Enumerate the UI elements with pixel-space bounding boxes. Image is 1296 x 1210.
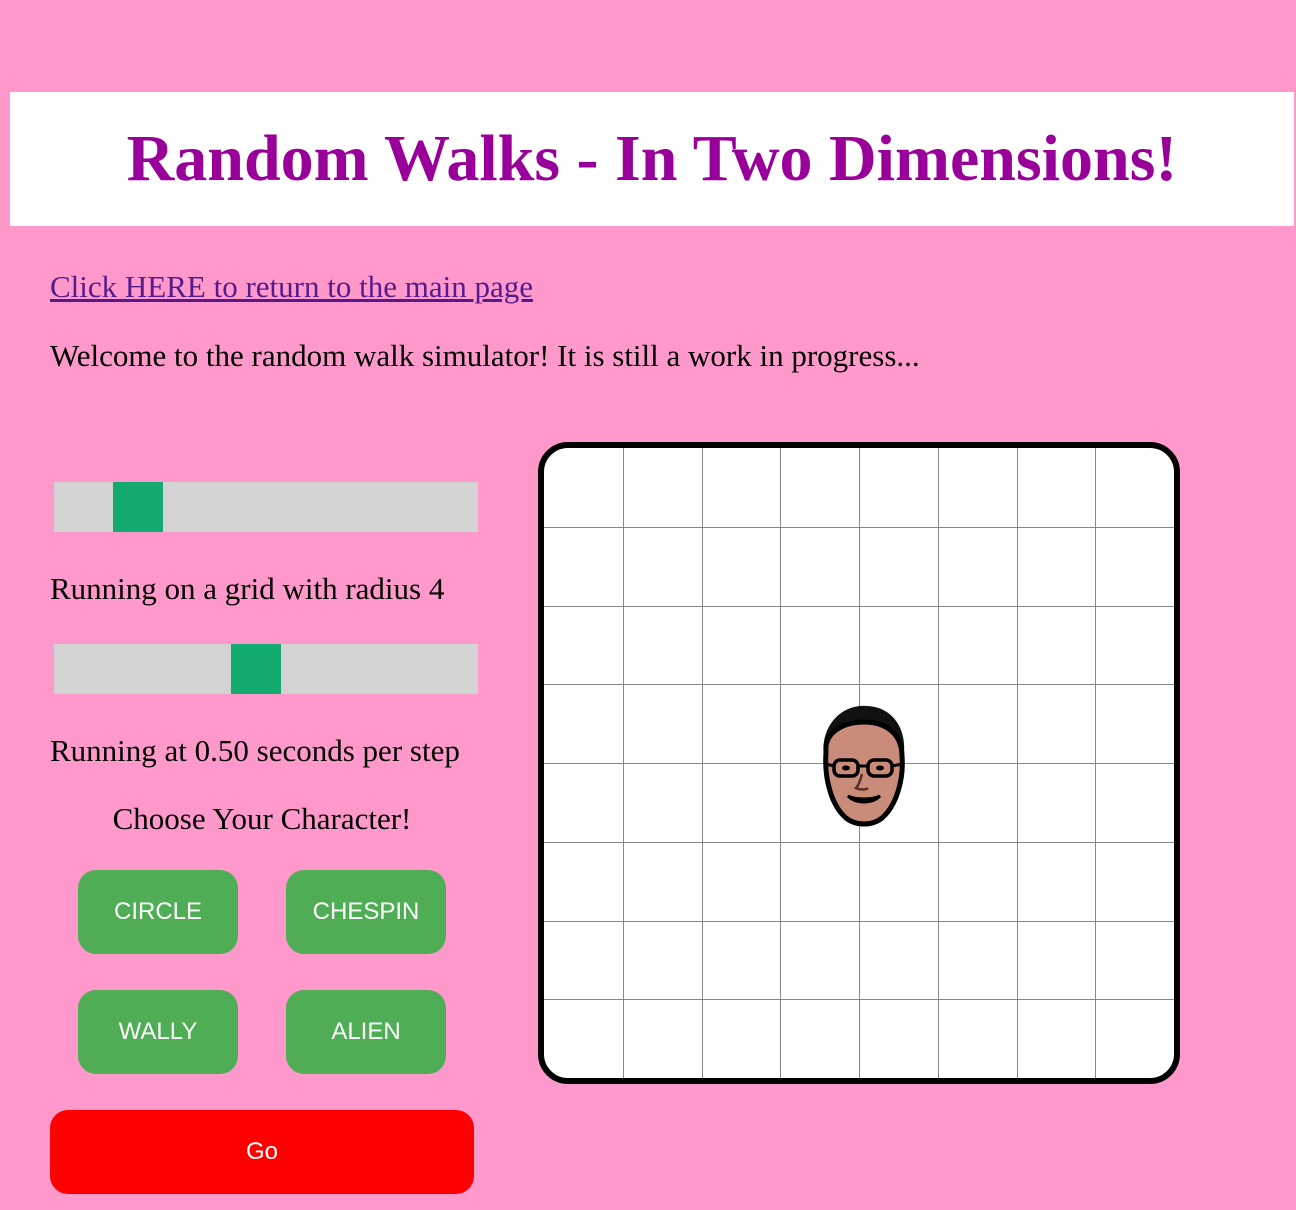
- circle-character-button[interactable]: Circle: [78, 870, 238, 954]
- radius-status-text: Running on a grid with radius 4: [50, 571, 445, 606]
- page-title: Random Walks - In Two Dimensions!: [126, 122, 1178, 195]
- walk-grid-canvas: [544, 448, 1174, 1078]
- speed-slider[interactable]: [54, 644, 478, 694]
- speed-status-text: Running at 0.50 seconds per step: [50, 733, 460, 768]
- walker-face-icon: [823, 705, 905, 827]
- main-page-link[interactable]: Click HERE to return to the main page: [50, 268, 533, 305]
- go-button[interactable]: Go: [50, 1110, 474, 1194]
- page-header: Random Walks - In Two Dimensions!: [10, 92, 1294, 226]
- chespin-character-button[interactable]: Chespin: [286, 870, 446, 954]
- wally-character-button[interactable]: Wally: [78, 990, 238, 1074]
- alien-character-button[interactable]: Alien: [286, 990, 446, 1074]
- welcome-text: Welcome to the random walk simulator! It…: [50, 338, 920, 373]
- speed-slider-thumb[interactable]: [231, 644, 281, 694]
- choose-character-title: Choose Your Character!: [112, 801, 412, 836]
- radius-slider-thumb[interactable]: [113, 482, 163, 532]
- radius-slider[interactable]: [54, 482, 478, 532]
- walk-grid: [538, 442, 1180, 1084]
